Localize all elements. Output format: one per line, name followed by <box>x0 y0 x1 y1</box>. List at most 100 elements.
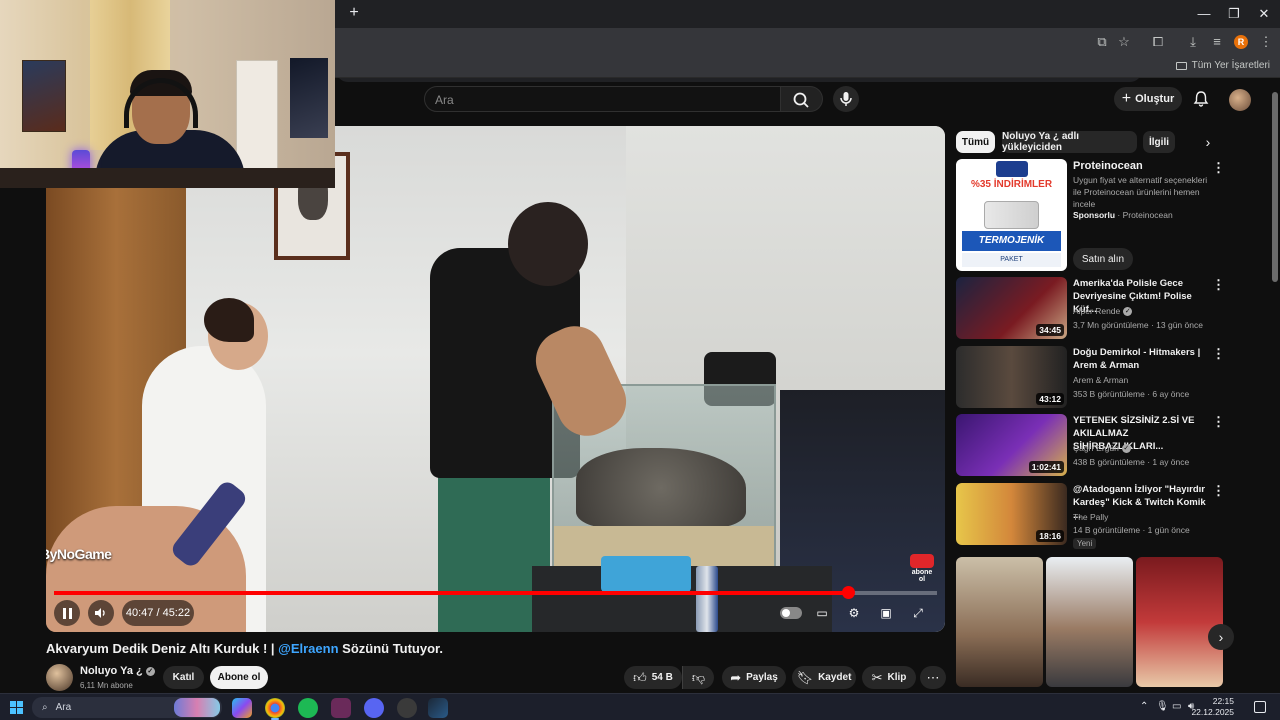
chevron-right-icon[interactable]: › <box>1199 133 1217 151</box>
clock-time: 22:15 <box>1212 696 1234 706</box>
autoplay-toggle-icon[interactable] <box>780 607 802 619</box>
rec-more-icon[interactable]: ⋮ <box>1212 346 1225 362</box>
more-actions-button[interactable]: ⋯ <box>920 666 946 689</box>
notification-center-icon[interactable] <box>1254 701 1266 713</box>
minimize-icon[interactable]: — <box>1194 4 1214 24</box>
account-avatar[interactable] <box>1229 89 1251 111</box>
browser-menu-icon[interactable]: ⋮ <box>1256 32 1276 52</box>
app-icon[interactable] <box>331 698 351 718</box>
short-thumbnail[interactable] <box>1136 557 1223 687</box>
ad-brand-logo <box>996 161 1028 177</box>
settings-gear-icon[interactable]: ⚙ <box>844 604 864 622</box>
taskbar-search[interactable]: ⌕ Ara <box>32 697 222 718</box>
tray-overflow-icon[interactable]: ⌃ <box>1140 701 1148 712</box>
rec-thumbnail[interactable]: 1:02:41 <box>956 414 1067 476</box>
search-input[interactable]: Ara <box>424 86 781 112</box>
progress-bar[interactable] <box>54 586 937 599</box>
rec-thumbnail[interactable]: 18:16 <box>956 483 1067 545</box>
create-button[interactable]: + Oluştur <box>1114 87 1182 111</box>
rec-channel[interactable]: Çağrı Ergün ✓ <box>1073 443 1131 453</box>
thumbs-up-icon: 👍︎ <box>633 669 647 685</box>
clip-button[interactable]: ✂ Klip <box>862 666 916 689</box>
thumbs-down-icon: 👎︎ <box>691 669 706 685</box>
chrome-icon[interactable] <box>265 698 285 718</box>
copilot-icon[interactable] <box>232 698 252 718</box>
scrollbar-thumb[interactable] <box>1272 92 1278 282</box>
volume-button[interactable] <box>88 600 114 626</box>
new-tab-icon[interactable]: + <box>346 5 362 21</box>
rec-channel[interactable]: The Pally <box>1073 512 1108 522</box>
short-thumbnail[interactable] <box>956 557 1043 687</box>
ad-cta-button[interactable]: Satın alın <box>1073 248 1133 270</box>
like-button[interactable]: 👍︎ 54 B <box>624 666 682 689</box>
short-thumbnail[interactable] <box>1046 557 1133 687</box>
video-frame: ByNoGame abone ol <box>46 126 945 632</box>
ad-thumb-discount: %35 İNDİRİMLER <box>970 179 1053 190</box>
rec-channel[interactable]: Arem & Arman <box>1073 375 1128 385</box>
create-label: Oluştur <box>1135 93 1175 105</box>
channel-name[interactable]: Noluyo Ya ¿ ✓ <box>80 665 155 677</box>
rec-channel[interactable]: Alper Rende ✓ <box>1073 306 1133 316</box>
restore-icon[interactable]: ❐ <box>1224 4 1244 24</box>
rec-channel-name: The Pally <box>1073 512 1109 522</box>
monitor-icon[interactable]: ▭ <box>1172 701 1181 712</box>
rec-title[interactable]: Doğu Demirkol - Hitmakers | Arem & Arman <box>1073 346 1209 372</box>
close-icon[interactable]: ✕ <box>1254 4 1274 24</box>
scrubber-handle[interactable] <box>841 586 855 599</box>
mic-icon[interactable]: 🎙︎ <box>1156 701 1169 712</box>
rec-thumbnail[interactable]: 43:12 <box>956 346 1067 408</box>
rec-channel-name: Alper Rende <box>1073 306 1121 316</box>
video-duration: 18:16 <box>1036 530 1064 542</box>
ad-more-icon[interactable]: ⋮ <box>1212 160 1225 176</box>
subtitles-icon[interactable]: ▭ <box>812 604 832 622</box>
video-title-suffix: Sözünü Tutuyor. <box>338 641 444 656</box>
voice-search-button[interactable] <box>833 86 859 112</box>
rec-more-icon[interactable]: ⋮ <box>1212 277 1225 293</box>
scene-person-2-head <box>508 202 588 286</box>
fullscreen-icon[interactable]: ⤢ <box>908 604 928 622</box>
save-button[interactable]: 🔖︎ Kaydet <box>792 666 856 689</box>
dislike-button[interactable]: 👎︎ <box>682 666 714 689</box>
steam-icon[interactable] <box>428 698 448 718</box>
windows-start-icon[interactable] <box>10 701 23 714</box>
obs-icon[interactable] <box>397 698 417 718</box>
pause-button[interactable] <box>54 600 80 626</box>
media-icon[interactable]: ≡ <box>1207 32 1227 52</box>
ad-title[interactable]: Proteinocean <box>1073 160 1143 172</box>
chip-all[interactable]: Tümü <box>956 131 995 153</box>
discord-icon[interactable] <box>364 698 384 718</box>
video-duration: 1:02:41 <box>1028 461 1064 473</box>
chevron-right-icon[interactable]: › <box>1208 624 1234 650</box>
theater-mode-icon[interactable]: ▣ <box>876 604 896 622</box>
bookmark-star-icon[interactable]: ☆ <box>1114 32 1134 52</box>
install-app-icon[interactable]: ⧉ <box>1092 32 1112 52</box>
share-button[interactable]: ➦ Paylaş <box>722 666 786 689</box>
notifications-bell-icon[interactable] <box>1192 90 1210 108</box>
video-title-mention-link[interactable]: @Elraenn <box>278 641 338 656</box>
share-icon: ➦ <box>730 669 742 685</box>
video-player[interactable]: ByNoGame abone ol 40:47 / 45:22 ▭ ⚙ ▣ ⤢ <box>46 126 945 632</box>
youtube-logo-icon <box>910 554 934 568</box>
chip-related[interactable]: İlgili <box>1143 131 1175 153</box>
clip-label: Klip <box>887 672 907 683</box>
profile-avatar[interactable]: R <box>1234 35 1248 49</box>
rec-thumbnail[interactable]: 34:45 <box>956 277 1067 339</box>
clock[interactable]: 22:15 22.12.2025 <box>1191 696 1234 718</box>
scrollbar[interactable] <box>1270 80 1280 693</box>
video-duration: 43:12 <box>1036 393 1064 405</box>
verified-icon: ✓ <box>1123 306 1133 316</box>
chip-from-uploader[interactable]: Noluyo Ya ¿ adlı yükleyiciden <box>1002 131 1137 153</box>
rec-more-icon[interactable]: ⋮ <box>1212 414 1225 430</box>
verified-icon: ✓ <box>145 666 155 676</box>
all-bookmarks-button[interactable]: Tüm Yer İşaretleri <box>1175 60 1270 71</box>
subscribe-button[interactable]: Abone ol <box>210 666 268 689</box>
search-button[interactable] <box>781 86 823 112</box>
extensions-icon[interactable]: ⧠ <box>1148 32 1168 52</box>
spotify-icon[interactable] <box>298 698 318 718</box>
subscribe-watermark[interactable]: abone ol <box>908 554 936 583</box>
download-icon[interactable]: ⤓ <box>1183 32 1203 52</box>
channel-avatar[interactable] <box>46 664 73 691</box>
rec-more-icon[interactable]: ⋮ <box>1212 483 1225 499</box>
join-button[interactable]: Katıl <box>163 666 204 689</box>
ad-thumbnail[interactable]: %35 İNDİRİMLER TERMOJENİK PAKET <box>956 159 1067 271</box>
